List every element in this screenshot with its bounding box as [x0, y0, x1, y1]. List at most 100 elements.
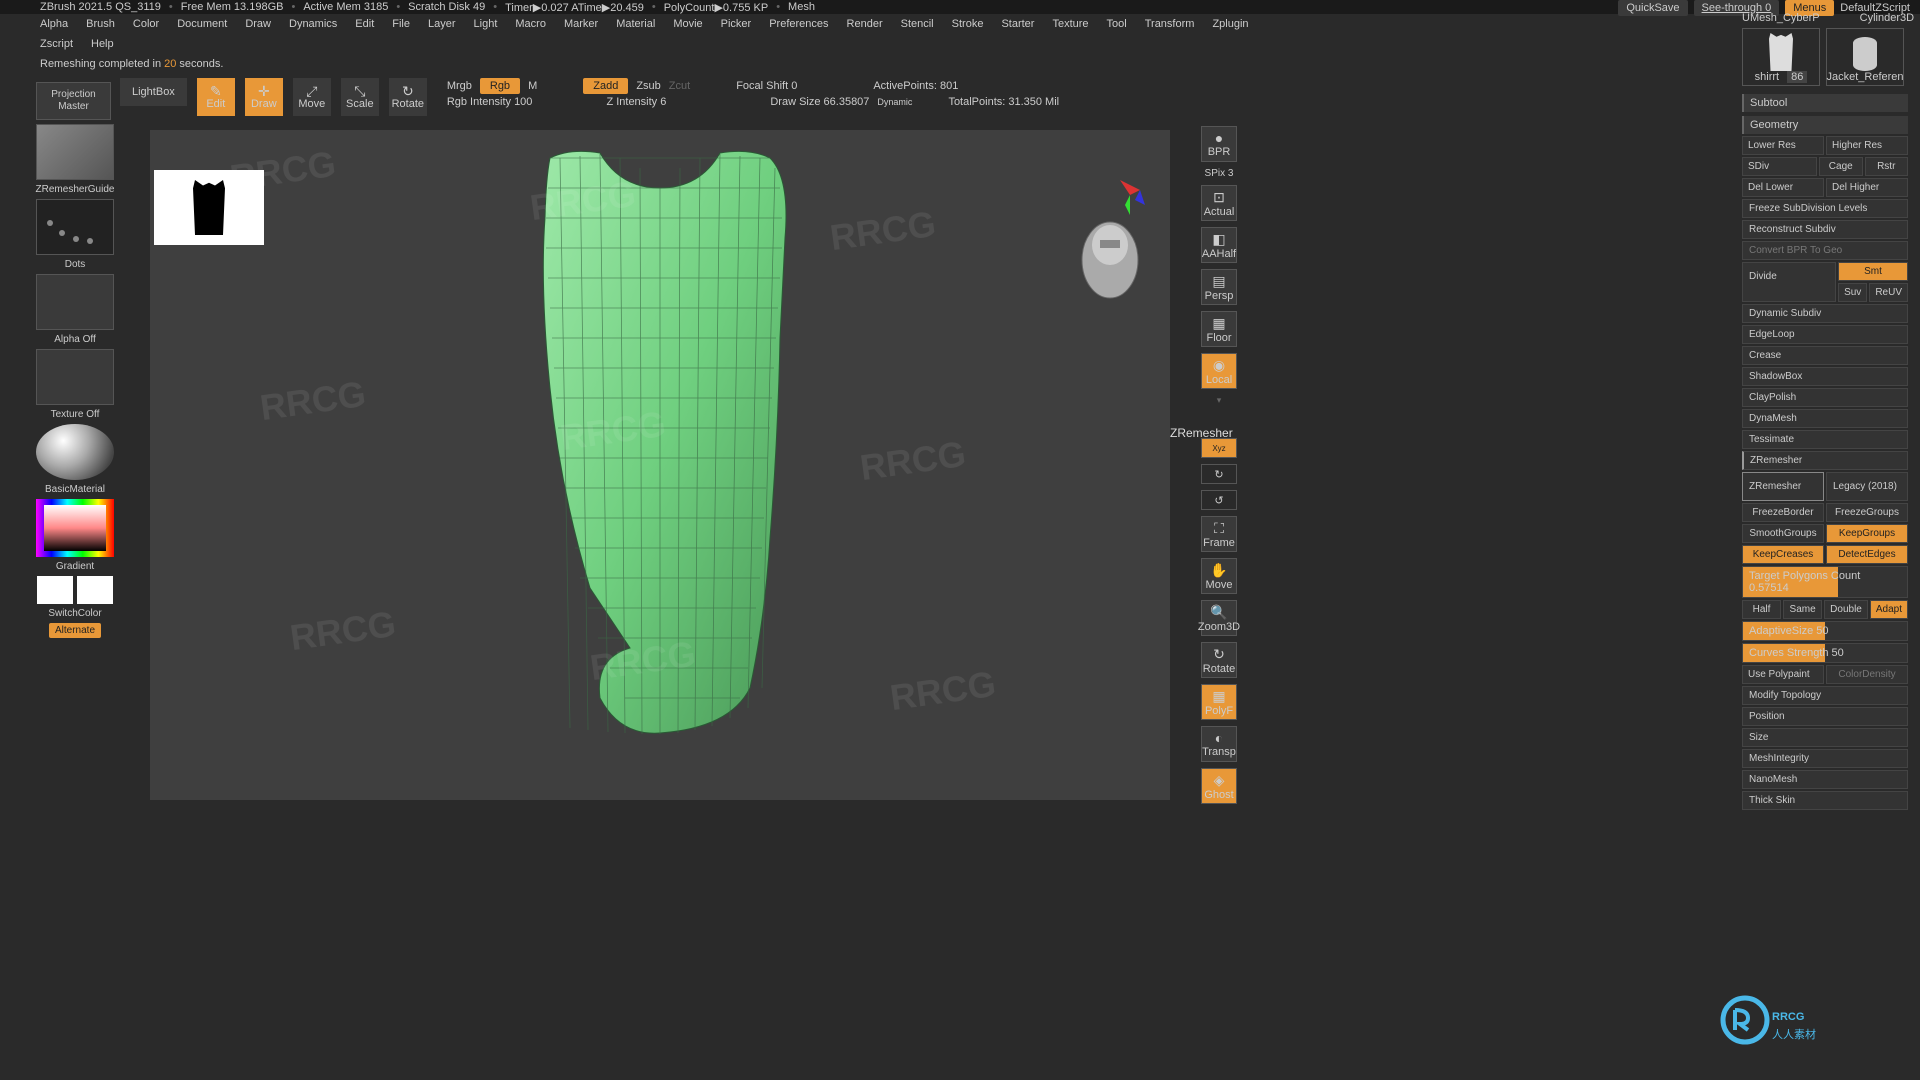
scale-button[interactable]: ⤡Scale — [341, 78, 379, 116]
colordensity-button[interactable]: ColorDensity — [1826, 665, 1908, 684]
viewport[interactable] — [150, 130, 1170, 800]
zremesher-header[interactable]: ZRemesher — [1742, 451, 1908, 470]
color-swatch-secondary[interactable] — [77, 576, 113, 604]
meshintegrity-header[interactable]: MeshIntegrity — [1742, 749, 1908, 768]
menu-layer[interactable]: Layer — [428, 18, 456, 30]
edit-button[interactable]: ✎Edit — [197, 78, 235, 116]
zadd-button[interactable]: Zadd — [583, 78, 628, 94]
bpr-button[interactable]: ●BPR — [1201, 126, 1237, 162]
dynamesh-header[interactable]: DynaMesh — [1742, 409, 1908, 428]
color-picker[interactable] — [36, 499, 114, 557]
alpha-thumbnail[interactable] — [36, 274, 114, 330]
tessimate-header[interactable]: Tessimate — [1742, 430, 1908, 449]
menu-draw[interactable]: Draw — [245, 18, 271, 30]
freezeborder-button[interactable]: FreezeBorder — [1742, 503, 1824, 522]
menu-alpha[interactable]: Alpha — [40, 18, 68, 30]
rgb-button[interactable]: Rgb — [480, 78, 520, 94]
position-header[interactable]: Position — [1742, 707, 1908, 726]
menu-texture[interactable]: Texture — [1052, 18, 1088, 30]
floor-button[interactable]: ▦Floor — [1201, 311, 1237, 347]
reuv-button[interactable]: ReUV — [1869, 283, 1908, 302]
frame-button[interactable]: ⛶Frame — [1201, 516, 1237, 552]
color-swatch-main[interactable] — [37, 576, 73, 604]
transp-button[interactable]: ◐Transp — [1201, 726, 1237, 762]
menu-edit[interactable]: Edit — [355, 18, 374, 30]
rotate-button[interactable]: ↻Rotate — [389, 78, 427, 116]
smoothgroups-button[interactable]: SmoothGroups — [1742, 524, 1824, 543]
persp-button[interactable]: ▤Persp — [1201, 269, 1237, 305]
half-button[interactable]: Half — [1742, 600, 1781, 619]
draw-size-slider[interactable]: Draw Size 66.35807 — [770, 96, 869, 108]
suv-button[interactable]: Suv — [1838, 283, 1867, 302]
menu-tool[interactable]: Tool — [1107, 18, 1127, 30]
aahalf-button[interactable]: ◧AAHalf — [1201, 227, 1237, 263]
menu-starter[interactable]: Starter — [1001, 18, 1034, 30]
actual-button[interactable]: ⊡Actual — [1201, 185, 1237, 221]
thickskin-header[interactable]: Thick Skin — [1742, 791, 1908, 810]
menu-document[interactable]: Document — [177, 18, 227, 30]
freezegroups-button[interactable]: FreezeGroups — [1826, 503, 1908, 522]
tool-jacket[interactable]: Jacket_Referen — [1826, 28, 1904, 86]
rotate-view-button[interactable]: ↻Rotate — [1201, 642, 1237, 678]
divide-button[interactable]: Divide — [1742, 262, 1836, 302]
zsub-button[interactable]: Zsub — [636, 80, 660, 92]
move-button[interactable]: ⤢Move — [293, 78, 331, 116]
adaptivesize-slider[interactable]: AdaptiveSize 50 — [1742, 621, 1908, 641]
sym-y-button[interactable]: ↻ — [1201, 464, 1237, 484]
xyz-button[interactable]: Xyz — [1201, 438, 1237, 458]
target-polygons-slider[interactable]: Target Polygons Count 0.57514 — [1742, 566, 1908, 598]
move-view-button[interactable]: ✋Move — [1201, 558, 1237, 594]
freeze-button[interactable]: Freeze SubDivision Levels — [1742, 199, 1908, 218]
shadowbox-header[interactable]: ShadowBox — [1742, 367, 1908, 386]
menu-picker[interactable]: Picker — [721, 18, 752, 30]
menu-marker[interactable]: Marker — [564, 18, 598, 30]
texture-thumbnail[interactable] — [36, 349, 114, 405]
menu-file[interactable]: File — [392, 18, 410, 30]
lightbox-button[interactable]: LightBox — [120, 78, 187, 106]
adapt-button[interactable]: Adapt — [1870, 600, 1908, 619]
modifytopo-header[interactable]: Modify Topology — [1742, 686, 1908, 705]
size-header[interactable]: Size — [1742, 728, 1908, 747]
delhigher-button[interactable]: Del Higher — [1826, 178, 1908, 197]
menu-transform[interactable]: Transform — [1145, 18, 1195, 30]
spix-slider[interactable]: SPix 3 — [1205, 168, 1234, 179]
dynamicsubdiv-header[interactable]: Dynamic Subdiv — [1742, 304, 1908, 323]
menu-preferences[interactable]: Preferences — [769, 18, 828, 30]
zoom-button[interactable]: 🔍Zoom3D — [1201, 600, 1237, 636]
menu-render[interactable]: Render — [847, 18, 883, 30]
higherres-button[interactable]: Higher Res — [1826, 136, 1908, 155]
menu-brush[interactable]: Brush — [86, 18, 115, 30]
stroke-thumbnail[interactable] — [36, 199, 114, 255]
edgeloop-header[interactable]: EdgeLoop — [1742, 325, 1908, 344]
detectedges-button[interactable]: DetectEdges — [1826, 545, 1908, 564]
z-intensity-slider[interactable]: Z Intensity 6 — [606, 96, 666, 108]
legacy-button[interactable]: Legacy (2018) — [1826, 472, 1908, 501]
rgb-intensity-slider[interactable]: Rgb Intensity 100 — [447, 96, 533, 108]
quicksave-button[interactable]: QuickSave — [1618, 0, 1687, 16]
polyf-button[interactable]: ▦PolyF — [1201, 684, 1237, 720]
menu-light[interactable]: Light — [474, 18, 498, 30]
menu-material[interactable]: Material — [616, 18, 655, 30]
subtool-header[interactable]: Subtool — [1742, 94, 1908, 112]
smt-button[interactable]: Smt — [1838, 262, 1908, 281]
switchcolor-button[interactable]: SwitchColor — [48, 608, 101, 619]
local-button[interactable]: ◉Local — [1201, 353, 1237, 389]
same-button[interactable]: Same — [1783, 600, 1822, 619]
keepcreases-button[interactable]: KeepCreases — [1742, 545, 1824, 564]
rstr-button[interactable]: Rstr — [1865, 157, 1909, 176]
material-thumbnail[interactable] — [36, 424, 114, 480]
projection-master-button[interactable]: Projection Master — [36, 82, 111, 120]
sdiv-slider[interactable]: SDiv — [1742, 157, 1817, 176]
menu-stroke[interactable]: Stroke — [952, 18, 984, 30]
zremesher-button[interactable]: ZRemesher — [1742, 472, 1824, 501]
m-button[interactable]: M — [528, 80, 537, 92]
menu-zplugin[interactable]: Zplugin — [1212, 18, 1248, 30]
menu-macro[interactable]: Macro — [515, 18, 546, 30]
draw-button[interactable]: ✛Draw — [245, 78, 283, 116]
ghost-button[interactable]: ◈Ghost — [1201, 768, 1237, 804]
brush-thumbnail[interactable] — [36, 124, 114, 180]
navigation-gizmo[interactable] — [1070, 170, 1150, 310]
cage-button[interactable]: Cage — [1819, 157, 1863, 176]
tool-shirt[interactable]: shirrt86 — [1742, 28, 1820, 86]
alternate-button[interactable]: Alternate — [49, 623, 101, 638]
